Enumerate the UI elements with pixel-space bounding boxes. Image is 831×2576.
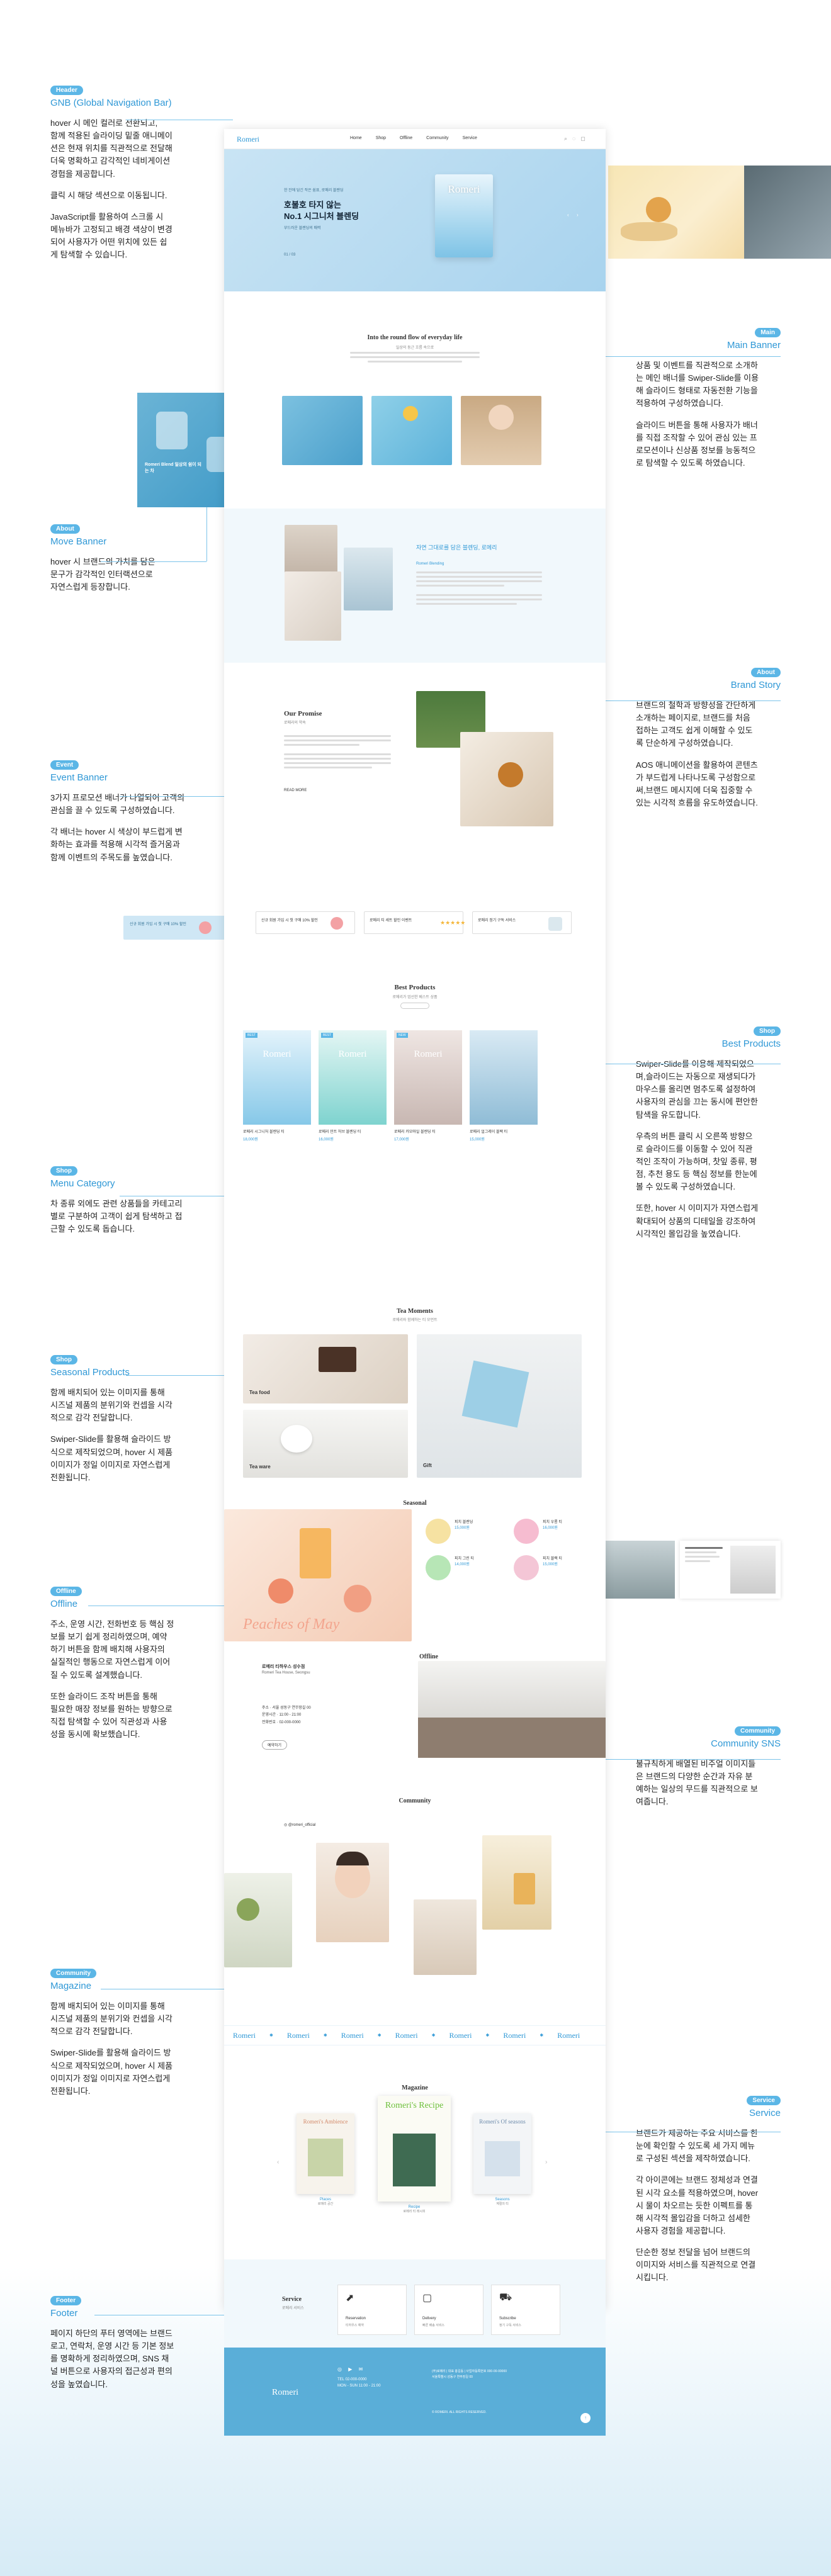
annotation-gnb: Header GNB (Global Navigation Bar) hover… [50, 84, 214, 270]
promise-read-more[interactable]: READ MORE [284, 789, 307, 792]
product-card[interactable]: NEW Romeri 로메리 카모마일 블렌딩 티 17,000원 [394, 1030, 462, 1142]
move-banner-image-1[interactable] [282, 396, 363, 465]
gnb-menu: Home Shop Offline Community Service [350, 136, 477, 140]
instagram-icon: ◎ [284, 1823, 288, 1827]
top-button[interactable]: ↑ [580, 2413, 591, 2423]
offline-slide-preview-info [680, 1541, 781, 1599]
search-icon[interactable]: ⌕ [564, 135, 567, 142]
magazine-next-icon[interactable]: › [545, 2159, 547, 2166]
cart-icon[interactable]: ◻ [580, 135, 585, 142]
move-banner-image-3[interactable] [461, 396, 541, 465]
annotation-main-banner: Main Main Banner 상품 및 이벤트를 직관적으로 소개하 는 메… [636, 328, 781, 468]
magazine-card[interactable]: Romeri's Of seasons Seasons 계절의 티 [473, 2113, 531, 2206]
annotation-tag: Header [50, 86, 83, 95]
offline-section: Offline 로메리 티하우스 성수점 Romeri Tea House, S… [224, 1645, 606, 1774]
service-card-subscribe[interactable]: ⛟ Subscribe 정기 구독 서비스 [491, 2285, 560, 2335]
category-tea-food[interactable]: Tea food [243, 1334, 408, 1403]
event-banners: 신규 회원 가입 시 첫 구매 10% 할인 로메리 티 세트 할인 이벤트 ★… [224, 908, 606, 945]
seasonal-item[interactable]: 피치 블랙 티 15,000원 [514, 1555, 596, 1580]
nav-shop[interactable]: Shop [376, 136, 386, 140]
magazine-section: Magazine ‹ › Romeri's Ambience Places 로메리… [277, 2084, 548, 2213]
menu-category-section: Tea Moments 로메리와 함께하는 티 모먼트 Tea food Tea… [224, 1169, 606, 1484]
service-section: Service 로메리 서비스 ⬈ Reservation 티하우스 예약 ▢ Del… [224, 2259, 606, 2348]
event-banner-2[interactable]: 로메리 티 세트 할인 이벤트 ★★★★★ [364, 911, 466, 934]
reserve-button[interactable]: 예약하기 [262, 1740, 288, 1750]
offline-shop-image [418, 1661, 606, 1758]
main-banner-slide-preview-2 [744, 166, 831, 259]
website-mockup: Romeri Home Shop Offline Community Servi… [224, 129, 606, 2436]
sns-icons[interactable]: ◎ ▶ ✉ [337, 2366, 365, 2372]
footer: Romeri ◎ ▶ ✉ TEL 02-000-0000 MON - SUN 1… [224, 2348, 606, 2436]
user-icon[interactable]: ◌ [572, 135, 575, 142]
magazine-prev-icon[interactable]: ‹ [277, 2159, 279, 2166]
annotation-offline: Offline Offline 주소, 운영 시간, 전화번호 등 핵심 정 보… [50, 1587, 174, 1740]
offline-slide-preview [606, 1541, 675, 1599]
annotation-menu-category: Shop Menu Category 차 종류 외에도 관련 상품들을 카테고리… [50, 1166, 183, 1234]
annotation-title: GNB (Global Navigation Bar) [50, 98, 172, 108]
gnb-header: Romeri Home Shop Offline Community Servi… [224, 129, 606, 149]
nav-service[interactable]: Service [463, 136, 477, 140]
main-banner-slide-preview [608, 166, 744, 259]
about-section: Into the round flow of everyday life 일상의… [224, 291, 606, 509]
seasonal-section: Seasonal Peaches of May 피치 블렌딩 15,000원 피치… [224, 1484, 606, 1645]
brand-story-section: 자연 그대로를 담은 블렌딩, 로메리 Romeri Blending [224, 509, 606, 663]
product-card[interactable]: BEST Romeri 로메리 민트 허브 블렌딩 티 16,000원 [319, 1030, 387, 1142]
annotation-community: Community Community SNS 불규칙하게 배열된 비주얼 이미… [636, 1726, 781, 1807]
instagram-handle[interactable]: ◎ @romeri_official [284, 1823, 315, 1827]
star-rating-icon: ★★★★★ [440, 920, 466, 926]
annotation-footer: Footer Footer 페이지 하단의 푸터 영역에는 브랜드 로고, 연락… [50, 2296, 174, 2389]
nav-offline[interactable]: Offline [400, 136, 412, 140]
truck-icon: ⛟ [499, 2292, 512, 2303]
category-tea-ware[interactable]: Tea ware [243, 1410, 408, 1478]
seasonal-list: 피치 블렌딩 15,000원 피치 우롱 티 16,000원 피치 그린 티 14,0… [426, 1519, 596, 1580]
move-banner-image-2[interactable] [371, 396, 452, 465]
event-banner-1[interactable]: 신규 회원 가입 시 첫 구매 10% 할인 [256, 911, 355, 934]
service-card-delivery[interactable]: ▢ Delivery 빠른 배송 서비스 [414, 2285, 483, 2335]
annotation-body: hover 시 메인 컬러로 전환되고, 함께 적용된 슬라이딩 밑줄 애니메이… [50, 118, 172, 260]
footer-logo[interactable]: Romeri [272, 2388, 298, 2398]
event-banner-hover-preview: 신규 회원 가입 시 첫 구매 10% 할인 [123, 916, 225, 940]
hero-headline-2: No.1 시그니처 블렌딩 [284, 211, 359, 221]
best-products-section: Best Products 로메리가 엄선한 베스트 상품 BEST Romeri… [224, 945, 606, 1169]
magazine-card[interactable]: Romeri's Ambience Places 로메리 공간 [297, 2113, 354, 2206]
hero-prev-arrow-icon[interactable]: ‹ [567, 212, 569, 218]
hero-next-arrow-icon[interactable]: › [577, 212, 579, 218]
main-banner: 한 잔에 담긴 작은 쉼표, 로메리 블렌딩 호불호 타지 않는 No.1 시그… [224, 149, 606, 291]
service-card-reservation[interactable]: ⬈ Reservation 티하우스 예약 [337, 2285, 407, 2335]
annotation-brand-story: About Brand Story 브랜드의 철학과 방향성을 간단하게 소개하… [636, 668, 781, 807]
seasonal-item[interactable]: 피치 우롱 티 16,000원 [514, 1519, 596, 1544]
event-banner-3[interactable]: 로메리 정기 구독 서비스 [472, 911, 572, 934]
annotation-best-products: Shop Best Products Swiper-Slide를 이용해 제작되… [636, 1026, 781, 1239]
annotation-service: Service Service 브랜드가 제공하는 주요 서비스를 한 눈에 확… [636, 2096, 781, 2283]
brand-heading: 자연 그대로를 담은 블렌딩, 로메리 [416, 544, 497, 551]
nav-community[interactable]: Community [426, 136, 448, 140]
category-gift[interactable]: Gift [417, 1334, 582, 1478]
product-card[interactable]: 로메리 얼그레이 블랙 티 15,000원 [470, 1030, 538, 1142]
shop-name: 로메리 티하우스 성수점 [262, 1665, 305, 1669]
annotation-magazine: Community Magazine 함께 배치되어 있는 이미지를 통해 시즈… [50, 1969, 173, 2096]
product-card[interactable]: BEST Romeri 로메리 시그니처 블렌딩 티 18,000원 [243, 1030, 311, 1142]
nav-home[interactable]: Home [350, 136, 362, 140]
annotation-event-banner: Event Event Banner 3가지 프로모션 배너가 나열되어 고객의… [50, 760, 185, 862]
seasonal-image: Peaches of May [224, 1509, 412, 1641]
pointer-icon: ⬈ [346, 2293, 354, 2303]
annotation-seasonal: Shop Seasonal Products 함께 배치되어 있는 이미지를 통… [50, 1355, 173, 1482]
logo[interactable]: Romeri [237, 135, 259, 144]
community-section: Community ◎ @romeri_official [224, 1774, 606, 2025]
box-icon: ▢ [422, 2293, 432, 2303]
seasonal-item[interactable]: 피치 블렌딩 15,000원 [426, 1519, 507, 1544]
logo-marquee: Romeri ✱ Romeri ✱ Romeri ✱ Romeri ✱ Romeri ✱ … [224, 2025, 606, 2045]
product-tin-image: Romeri [435, 174, 493, 257]
annotation-move-banner: About Move Banner hover 시 브랜드의 가치를 담은 문구… [50, 524, 155, 592]
hero-counter: 01 / 03 [284, 253, 296, 257]
magazine-card[interactable]: Romeri's Recipe Recipe 로메리 티 레시피 [378, 2096, 451, 2213]
seasonal-item[interactable]: 피치 그린 티 14,000원 [426, 1555, 507, 1580]
promise-section: Our Promise 로메리의 약속 READ MORE [224, 663, 606, 908]
hero-headline-1: 호불호 타지 않는 [284, 200, 341, 210]
